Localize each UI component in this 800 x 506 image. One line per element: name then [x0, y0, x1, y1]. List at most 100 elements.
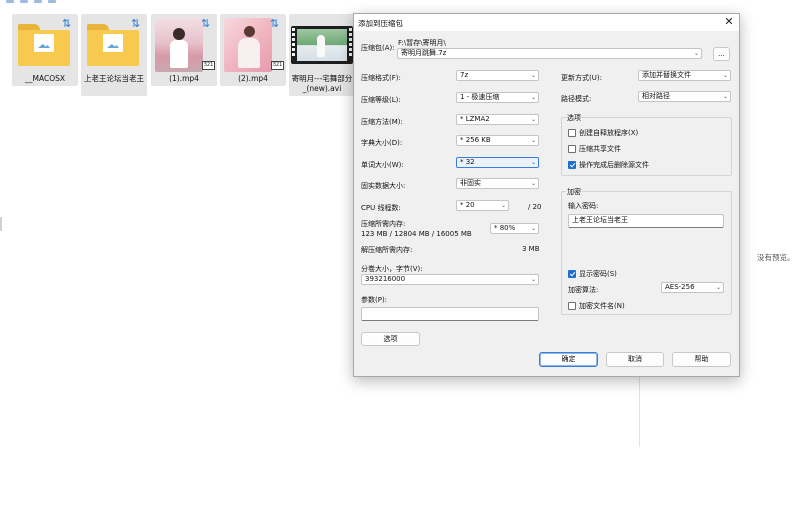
chevron-down-icon: ⌄	[530, 137, 536, 144]
file-name: (1).mp4	[169, 74, 199, 83]
pane-divider	[639, 377, 640, 447]
options-button[interactable]: 选项	[361, 332, 420, 346]
help-button[interactable]: 帮助	[672, 352, 731, 367]
archive-path: F:\暂存\寄明月\	[398, 39, 446, 47]
method-select[interactable]: * LZMA2 ⌄	[456, 114, 539, 125]
mem-label: 压缩所需内存:	[361, 220, 406, 228]
folder-icon	[18, 24, 70, 66]
encrypt-names-checkbox[interactable]: 加密文件名(N)	[568, 301, 625, 311]
split-label: 分卷大小，字节(V):	[361, 265, 423, 273]
path-mode-value: 相对路径	[642, 92, 670, 100]
cpu-label: CPU 线程数:	[361, 204, 401, 212]
format-value: 7z	[460, 71, 469, 79]
format-select[interactable]: 7z ⌄	[456, 70, 539, 81]
update-select[interactable]: 添加并替换文件 ⌄	[638, 70, 731, 81]
chevron-down-icon: ⌄	[722, 93, 728, 100]
file-tile-video-2[interactable]: ⇅ 321 (2).mp4	[220, 14, 286, 86]
path-mode-label: 路径模式:	[561, 95, 592, 103]
password-input[interactable]: 上老王论坛当老王	[568, 214, 724, 228]
dict-value: * 256 KB	[460, 136, 491, 144]
file-tile-folder[interactable]: ⇅ 上老王论坛当老王	[81, 14, 147, 96]
cancel-button[interactable]: 取消	[606, 352, 664, 367]
params-input[interactable]	[361, 307, 539, 321]
show-password-label: 显示密码(S)	[579, 270, 617, 278]
mem-percent-select[interactable]: * 80% ⌄	[490, 223, 539, 234]
thumb: ⇅ 321	[220, 16, 286, 72]
preview-pane-text: 没有预览。	[757, 253, 795, 262]
archive-label: 压缩包(A):	[361, 44, 395, 52]
chevron-down-icon: ⌄	[530, 225, 536, 232]
cpu-total: / 20	[528, 203, 542, 211]
checkbox-icon	[568, 302, 576, 310]
dict-label: 字典大小(D):	[361, 139, 403, 147]
checkbox-icon	[568, 145, 576, 153]
shared-checkbox[interactable]: 压缩共享文件	[568, 144, 621, 154]
update-value: 添加并替换文件	[642, 71, 691, 79]
enc-method-label: 加密算法:	[568, 286, 599, 294]
add-to-archive-dialog: 添加到压缩包 ✕ 压缩包(A): F:\暂存\寄明月\ 寄明月跳舞.7z ⌄ .…	[353, 13, 740, 377]
dict-select[interactable]: * 256 KB ⌄	[456, 135, 539, 146]
folder-icon	[87, 24, 139, 66]
chevron-down-icon: ⌄	[530, 180, 536, 187]
solid-value: 非固实	[460, 179, 481, 187]
level-label: 压缩等级(L):	[361, 96, 401, 104]
solid-select[interactable]: 非固实 ⌄	[456, 178, 539, 189]
params-label: 参数(P):	[361, 296, 388, 304]
split-combo[interactable]: 393216000 ⌄	[361, 274, 539, 285]
dialog-titlebar[interactable]: 添加到压缩包 ✕	[354, 14, 739, 31]
chevron-down-icon: ⌄	[530, 94, 536, 101]
encrypt-names-label: 加密文件名(N)	[579, 302, 625, 310]
video-badge-icon: 321	[271, 61, 284, 70]
enc-method-select[interactable]: AES-256 ⌄	[661, 282, 724, 293]
delete-after-checkbox[interactable]: 操作完成后删除源文件	[568, 160, 649, 170]
chevron-down-icon: ⌄	[715, 284, 721, 291]
word-select[interactable]: * 32 ⌄	[456, 157, 539, 168]
sync-icon: ⇅	[270, 17, 280, 30]
checkbox-checked-icon	[568, 270, 576, 278]
chevron-down-icon: ⌄	[530, 72, 536, 79]
solid-label: 固实数据大小:	[361, 182, 406, 190]
level-value: 1 - 极速压缩	[460, 93, 500, 101]
decomp-value: 3 MB	[522, 245, 540, 253]
password-label: 输入密码:	[568, 202, 599, 210]
word-label: 单词大小(W):	[361, 161, 404, 169]
encryption-group: 加密 输入密码: 上老王论坛当老王 显示密码(S) 加密算法: AES-256 ⌄…	[561, 187, 732, 315]
file-tile-video-1[interactable]: ⇅ 321 (1).mp4	[151, 14, 217, 86]
sync-icon: ⇅	[201, 17, 211, 30]
ok-button[interactable]: 确定	[539, 352, 598, 367]
sfx-checkbox[interactable]: 创建自释放程序(X)	[568, 128, 638, 138]
browse-button[interactable]: ...	[713, 47, 730, 61]
file-tile-macosx[interactable]: ⇅ __MACOSX	[12, 14, 78, 86]
cpu-value: * 20	[460, 201, 475, 209]
shared-label: 压缩共享文件	[579, 145, 621, 153]
checkbox-checked-icon	[568, 161, 576, 169]
film-icon	[291, 26, 353, 64]
thumb: ⇅	[12, 16, 78, 72]
chevron-down-icon: ⌄	[530, 116, 536, 123]
thumb: ⇅	[81, 16, 147, 72]
cpu-select[interactable]: * 20 ⌄	[456, 200, 509, 211]
file-name: 上老王论坛当老王	[84, 74, 144, 83]
path-mode-select[interactable]: 相对路径 ⌄	[638, 91, 731, 102]
file-tile-avi[interactable]: 寄明月---宅舞部分_(new).avi	[289, 14, 355, 96]
method-value: * LZMA2	[460, 115, 490, 123]
chevron-down-icon: ⌄	[500, 202, 506, 209]
mem-values: 123 MB / 12804 MB / 16005 MB	[361, 230, 472, 238]
video-thumb-icon	[224, 18, 272, 72]
chevron-down-icon: ⌄	[722, 72, 728, 79]
method-label: 压缩方法(M):	[361, 118, 403, 126]
thumb: ⇅ 321	[151, 16, 217, 72]
options-group-title: 选项	[566, 113, 582, 123]
file-name: (2).mp4	[238, 74, 268, 83]
format-label: 压缩格式(F):	[361, 74, 401, 82]
archive-name-combo[interactable]: 寄明月跳舞.7z ⌄	[397, 48, 702, 59]
chevron-down-icon[interactable]: ⌄	[694, 49, 699, 58]
scroll-mark	[0, 217, 2, 231]
archive-name-value: 寄明月跳舞.7z	[401, 49, 447, 57]
decomp-label: 解压缩所需内存:	[361, 246, 413, 254]
options-group: 选项 创建自释放程序(X) 压缩共享文件 操作完成后删除源文件	[561, 113, 732, 176]
show-password-checkbox[interactable]: 显示密码(S)	[568, 269, 617, 279]
close-icon[interactable]: ✕	[723, 16, 735, 28]
level-select[interactable]: 1 - 极速压缩 ⌄	[456, 92, 539, 103]
dialog-title: 添加到压缩包	[358, 19, 403, 28]
